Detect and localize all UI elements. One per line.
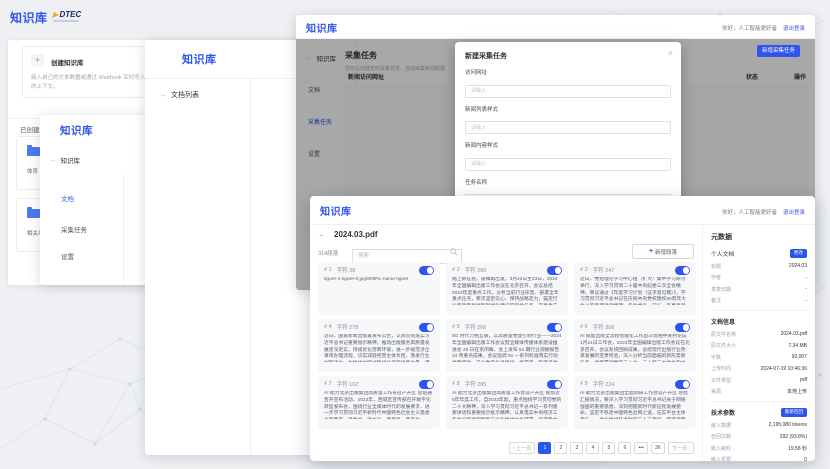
segments-area: ← 2024.03.pdf 314段落 + 新增段落 # 1字符 38 figu… — [310, 225, 702, 461]
doc-info-heading: 文档信息 — [711, 317, 807, 326]
back-icon[interactable]: ← — [318, 230, 326, 239]
add-segment-button[interactable]: + 新增段落 — [632, 244, 694, 259]
sidebar-divider — [123, 175, 124, 285]
create-kb-label: 创建知识库 — [51, 57, 84, 67]
segment-card[interactable]: # 9字符 224 AI 助力北京出版集团全面调研工作会议产开区 总结汇报情况，… — [574, 376, 696, 429]
back-to-kb[interactable]: ← 知识库 — [50, 155, 80, 165]
url-field[interactable] — [465, 85, 671, 98]
sidebar-item-settings[interactable]: 设置 — [61, 251, 74, 261]
dtec-logo: DTEC — [53, 10, 82, 22]
metadata-title: 元数据 — [711, 232, 807, 242]
segment-enabled-toggle[interactable] — [675, 380, 690, 389]
divider — [711, 310, 807, 311]
sidebar-divider — [250, 78, 251, 455]
page-button-5[interactable]: 5 — [602, 442, 615, 454]
segment-card[interactable]: # 7字符 162 AI 助力北京出版集团高质量工作号召产开区 总站通告开宣布活… — [318, 376, 440, 429]
modal-title: 新建采集任务 — [465, 51, 671, 61]
field-label-content-style: 新闻内容样式 — [465, 141, 671, 149]
plus-icon: + — [31, 54, 44, 67]
segment-enabled-toggle[interactable] — [547, 380, 562, 389]
tech-params-heading: 技术参数 — [711, 408, 735, 417]
segment-enabled-toggle[interactable] — [419, 266, 434, 275]
sidebar-item-documents[interactable]: 文档 — [61, 193, 74, 203]
segment-enabled-toggle[interactable] — [419, 380, 434, 389]
segment-enabled-toggle[interactable] — [547, 266, 562, 275]
page-button-3[interactable]: 3 — [570, 442, 583, 454]
segment-enabled-toggle[interactable] — [547, 323, 562, 332]
segment-card[interactable]: # 1字符 38 figure-1-figure-0.jpg/6#8Fic na… — [318, 262, 440, 315]
change-doc-type-button[interactable]: 更改 — [790, 249, 807, 258]
field-label-list-style: 新闻列表样式 — [465, 105, 671, 113]
window-title: 知识库 — [306, 20, 338, 35]
app-header: 知识库 DTEC — [10, 9, 81, 26]
next-page-button[interactable]: 下一页› — [668, 442, 694, 454]
window-title: 知识库 — [182, 51, 217, 67]
re-recall-button[interactable]: 重新召回 — [781, 408, 807, 417]
field-label-task-name: 任务名称 — [465, 178, 671, 186]
segment-card[interactable]: # 6字符 306 AI 赋能出版全流程智能化工作首次亮相中关村论坛 1月21日… — [574, 319, 696, 372]
sidebar-item-collection-tasks[interactable]: 采集任务 — [61, 224, 87, 234]
segment-search — [352, 244, 462, 259]
segment-enabled-toggle[interactable] — [675, 266, 690, 275]
doc-type-label: 个人文档 — [711, 249, 734, 258]
segment-enabled-toggle[interactable] — [419, 323, 434, 332]
page-button-36[interactable]: 36 — [651, 442, 665, 454]
pagination: ‹上一页 1 2 3 4 5 6 ••• 36 下一页› — [509, 442, 694, 454]
metadata-panel: 元数据 个人文档 更改 标题2024.03 作者- 发表日期- 备注- 文档信息… — [702, 225, 815, 461]
list-style-field[interactable] — [465, 121, 671, 134]
logout-link[interactable]: 退出登录 — [783, 208, 805, 216]
segment-card[interactable]: # 3字符 247 近日，党组理论学习中心组（扩大）集中学习研讨举行，深入学习贯… — [574, 262, 696, 315]
search-icon — [450, 248, 458, 256]
page-button-4[interactable]: 4 — [586, 442, 599, 454]
logout-link[interactable]: 退出登录 — [783, 24, 805, 32]
document-detail-window: 知识库 你好，人工智能爱好者 退出登录 ← 2024.03.pdf 314段落 … — [310, 196, 815, 461]
segment-card[interactable]: # 2字符 260 踏上新征程，奋楫再出发。3月22日至23日，2024年全国编… — [446, 262, 568, 315]
segment-card[interactable]: # 5字符 266 5G 时代万物互联，以高质量党建引领行业——2024年全国编… — [446, 319, 568, 372]
page-button-6[interactable]: 6 — [618, 442, 631, 454]
segment-card[interactable]: # 4字符 278 近日，国家新闻出版署发布公告，认真贯彻落实习近平总书记重要指… — [318, 319, 440, 372]
content-style-field[interactable] — [465, 158, 671, 171]
back-to-document-list[interactable]: ← 文档列表 — [160, 90, 199, 100]
logo-tagline — [53, 20, 79, 22]
window-header: 知识库 你好，人工智能爱好者 退出登录 — [296, 15, 815, 39]
close-icon[interactable]: × — [668, 48, 673, 58]
back-icon: ← — [50, 157, 57, 164]
segment-enabled-toggle[interactable] — [675, 323, 690, 332]
segment-card[interactable]: # 8字符 285 AI 助力北京出版集团高质量工作会议产开区 规划近5年年度工… — [446, 376, 568, 429]
prev-page-button[interactable]: ‹上一页 — [509, 442, 535, 454]
page-ellipsis[interactable]: ••• — [634, 442, 647, 454]
folder-icon — [27, 209, 40, 218]
paragraph-count: 314段落 — [318, 249, 338, 257]
logo-text: DTEC — [60, 10, 82, 19]
new-task-button[interactable]: 新增采集任务 — [757, 45, 800, 57]
window-title: 知识库 — [60, 123, 93, 138]
logo-arrow-icon — [52, 12, 60, 18]
page-button-1[interactable]: 1 — [538, 442, 551, 454]
greeting-text: 你好，人工智能爱好者 — [722, 208, 777, 216]
segment-card-grid: # 1字符 38 figure-1-figure-0.jpg/6#8Fic na… — [318, 262, 696, 429]
window-title: 知识库 — [320, 203, 352, 218]
back-icon: ← — [160, 92, 167, 99]
folder-icon — [27, 147, 40, 156]
new-task-modal: 新建采集任务 × 访问网址 新闻列表样式 新闻内容样式 任务名称 是否定时执行 … — [455, 42, 681, 213]
greeting-text: 你好，人工智能爱好者 — [722, 24, 777, 32]
divider — [711, 401, 807, 402]
plus-icon: + — [649, 248, 653, 255]
field-label-url: 访问网址 — [465, 68, 671, 76]
window-header: 知识库 你好，人工智能爱好者 退出登录 — [310, 196, 815, 225]
page-button-2[interactable]: 2 — [554, 442, 567, 454]
document-title: 2024.03.pdf — [334, 230, 378, 239]
app-title: 知识库 — [10, 9, 48, 26]
